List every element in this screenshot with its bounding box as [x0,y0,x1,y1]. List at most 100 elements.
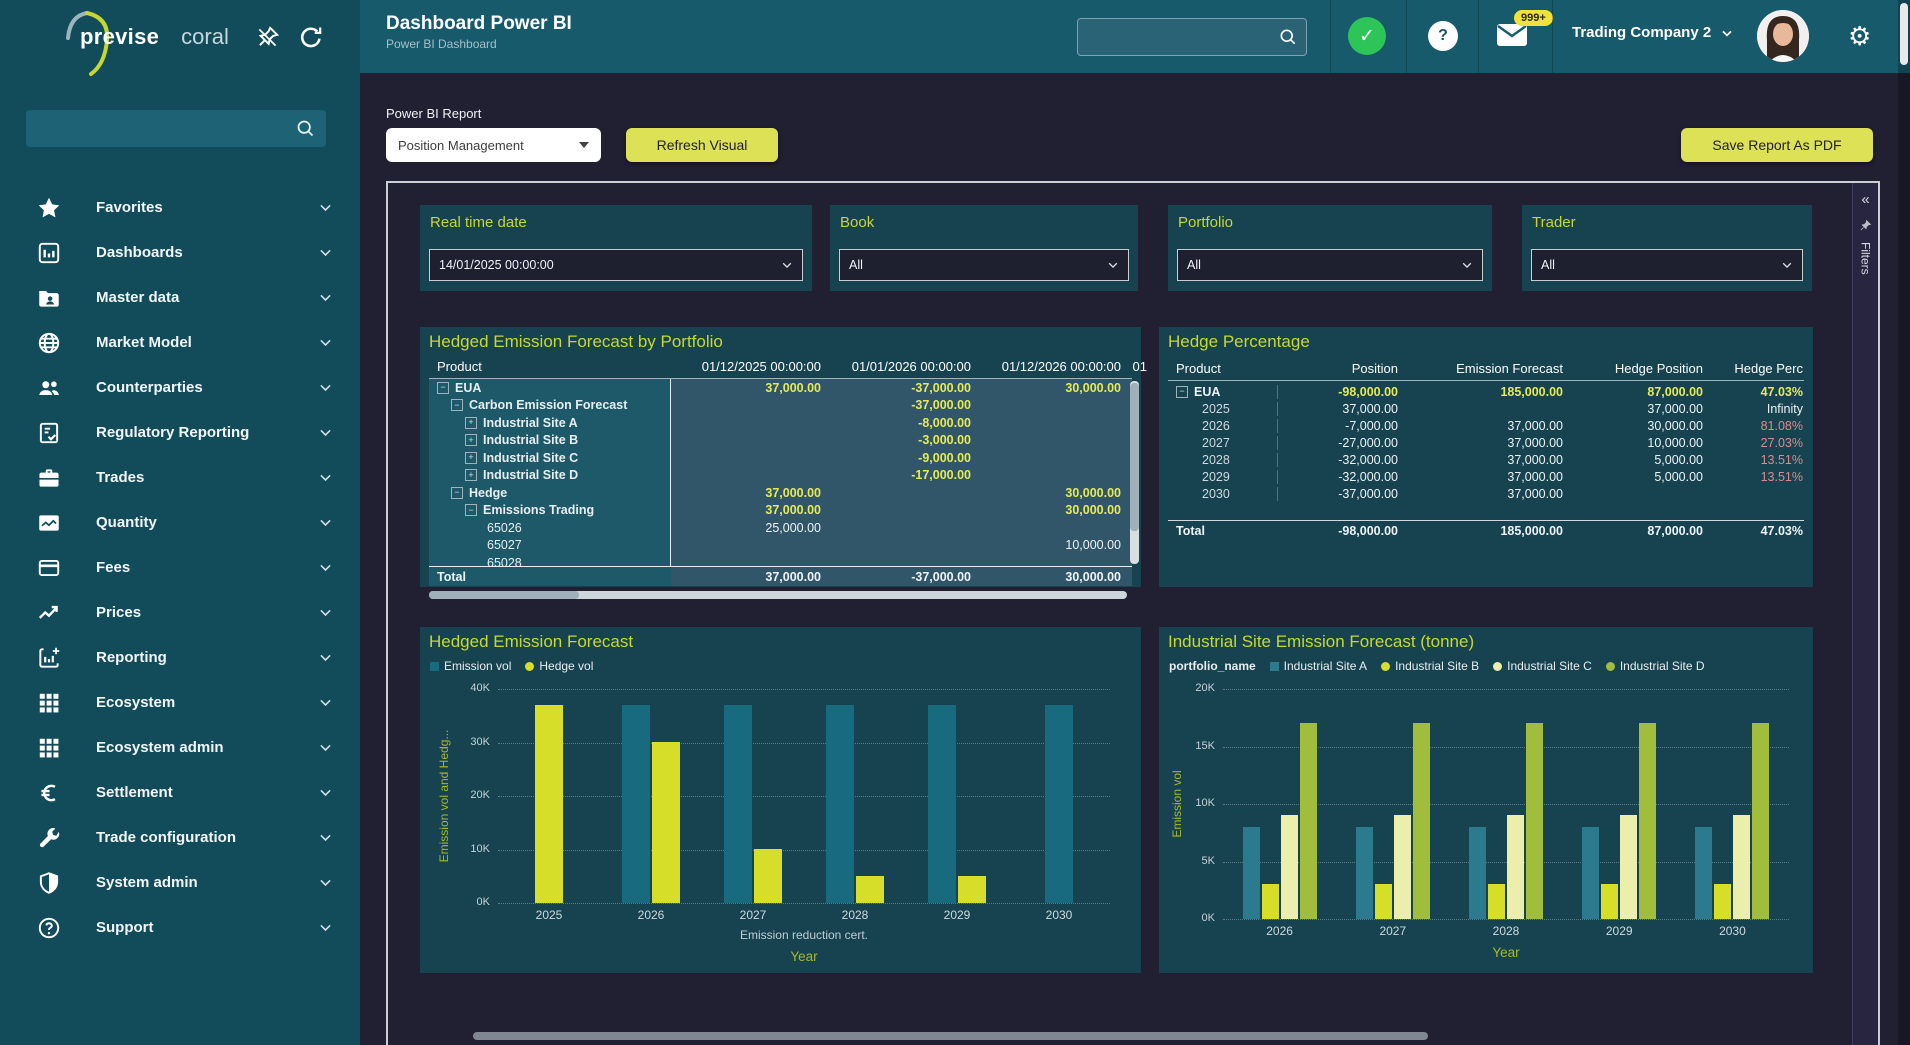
sidebar-item-fees[interactable]: Fees [0,545,360,590]
globe-icon [36,330,62,356]
expand-node-icon[interactable]: + [465,417,477,429]
chart-legend: Emission volHedge vol [430,659,593,673]
y-axis-tick: 5K [1175,855,1215,867]
report-select[interactable]: Position Management [386,128,601,162]
bar-hedge-vol [754,849,782,903]
mail-icon[interactable]: 999+ [1496,22,1530,50]
chevron-down-icon [317,334,334,351]
bar-group [600,689,702,903]
global-search-input[interactable] [1078,30,1278,45]
company-selector[interactable]: Trading Company 2 [1572,24,1735,41]
row-label: 2025 [1202,402,1230,416]
sidebar-item-quantity[interactable]: Quantity [0,500,360,545]
legend-label: Industrial Site C [1507,659,1592,673]
y-axis-tick: 40K [450,682,490,694]
status-check-icon[interactable]: ✓ [1348,17,1386,55]
slicer-value: All [840,258,1106,272]
row-label: 2027 [1202,436,1230,450]
user-avatar[interactable] [1757,10,1809,62]
report-horizontal-scrollbar[interactable] [473,1032,1428,1040]
sidebar-item-dashboards[interactable]: Dashboards [0,230,360,275]
slicer-dropdown[interactable]: All [1531,249,1803,281]
chevron-down-icon [317,604,334,621]
row-label: Industrial Site A [483,416,578,430]
cell-value: -3,000.00 [821,433,971,447]
sidebar-item-ecosystem[interactable]: Ecosystem [0,680,360,725]
refresh-icon[interactable] [298,24,324,50]
collapse-node-icon[interactable]: − [451,399,463,411]
sidebar-item-system-admin[interactable]: System admin [0,860,360,905]
expand-node-icon[interactable]: + [465,469,477,481]
sidebar-item-support[interactable]: Support [0,905,360,950]
x-axis-tick: 2027 [1336,924,1449,938]
slicer-dropdown[interactable]: All [1177,249,1483,281]
app-logo[interactable]: previse coral [80,0,229,73]
help-icon[interactable]: ? [1428,21,1458,51]
save-report-pdf-button[interactable]: Save Report As PDF [1681,128,1873,162]
trend-icon [36,600,62,626]
collapse-filters-icon[interactable]: « [1861,193,1869,207]
expand-node-icon[interactable]: + [465,452,477,464]
sidebar-item-settlement[interactable]: Settlement [0,770,360,815]
total-value: 87,000.00 [1563,524,1703,538]
slicer-dropdown[interactable]: 14/01/2025 00:00:00 [429,249,803,281]
hedge-percentage-total-row: Total-98,000.00185,000.0087,000.0047.03% [1168,520,1804,541]
slicer-dropdown[interactable]: All [839,249,1129,281]
sidebar-item-label: Support [96,919,317,936]
bar-groups [1223,689,1789,919]
sidebar-item-prices[interactable]: Prices [0,590,360,635]
bar-emission-vol [928,705,956,903]
collapse-node-icon[interactable]: − [437,382,449,394]
chevron-down-icon [317,199,334,216]
row-label: EUA [455,381,481,395]
vertical-scrollbar[interactable] [1130,381,1139,564]
cell-value: 13.51% [1703,453,1803,467]
slicer-title: Real time date [420,205,812,231]
sidebar-item-trade-configuration[interactable]: Trade configuration [0,815,360,860]
filters-rail-label: Filters [1859,242,1873,275]
row-label: Carbon Emission Forecast [469,398,627,412]
sidebar-item-reporting[interactable]: Reporting [0,635,360,680]
collapse-node-icon[interactable]: − [1176,386,1188,398]
sidebar-item-regulatory-reporting[interactable]: Regulatory Reporting [0,410,360,455]
total-value: 47.03% [1703,524,1803,538]
page-scrollbar-thumb[interactable] [1900,3,1908,65]
chevron-down-icon [1106,258,1120,272]
collapse-node-icon[interactable]: − [451,487,463,499]
bar-industrial-site-b [1601,884,1618,919]
bar-industrial-site-d [1752,723,1769,919]
bar-hedge-vol [958,876,986,903]
cell-value: 37,000.00 [1398,470,1563,484]
y-axis-tick: 10K [450,843,490,855]
sidebar-item-counterparties[interactable]: Counterparties [0,365,360,410]
portfolio-matrix-total-row: Total37,000.00-37,000.0030,000.00 [429,566,1132,586]
chevron-down-icon [317,244,334,261]
gear-icon[interactable]: ⚙ [1848,20,1871,52]
sidebar-search-input[interactable] [26,121,295,137]
x-axis-tick: 2028 [1449,924,1562,938]
chevron-down-icon [317,739,334,756]
plot-area [1223,689,1789,919]
sidebar-item-market-model[interactable]: Market Model [0,320,360,365]
sidebar-search[interactable] [26,110,326,147]
page-subtitle: Power BI Dashboard [386,37,572,51]
pin-icon[interactable] [1859,219,1872,232]
horizontal-scrollbar[interactable] [429,591,1127,599]
sidebar-item-label: Counterparties [96,379,317,396]
expand-node-icon[interactable]: + [465,434,477,446]
sidebar-item-master-data[interactable]: Master data [0,275,360,320]
hedge-percentage-header: ProductPositionEmission ForecastHedge Po… [1168,361,1804,381]
sidebar-item-trades[interactable]: Trades [0,455,360,500]
refresh-visual-button[interactable]: Refresh Visual [626,128,778,162]
sidebar-item-favorites[interactable]: Favorites [0,185,360,230]
page-scrollbar[interactable] [1898,0,1910,1045]
x-axis-tick: 2029 [1563,924,1676,938]
hedge-percentage-card: Hedge Percentage ProductPositionEmission… [1159,327,1813,587]
sidebar-item-ecosystem-admin[interactable]: Ecosystem admin [0,725,360,770]
global-search[interactable] [1077,18,1307,56]
pin-off-icon[interactable] [255,24,281,50]
matrix-row: −Hedge37,000.0030,000.00 [429,484,1132,502]
x-axis-tick: 2027 [702,908,804,922]
collapse-node-icon[interactable]: − [465,504,477,516]
slicer-trader: TraderAll [1522,205,1812,291]
